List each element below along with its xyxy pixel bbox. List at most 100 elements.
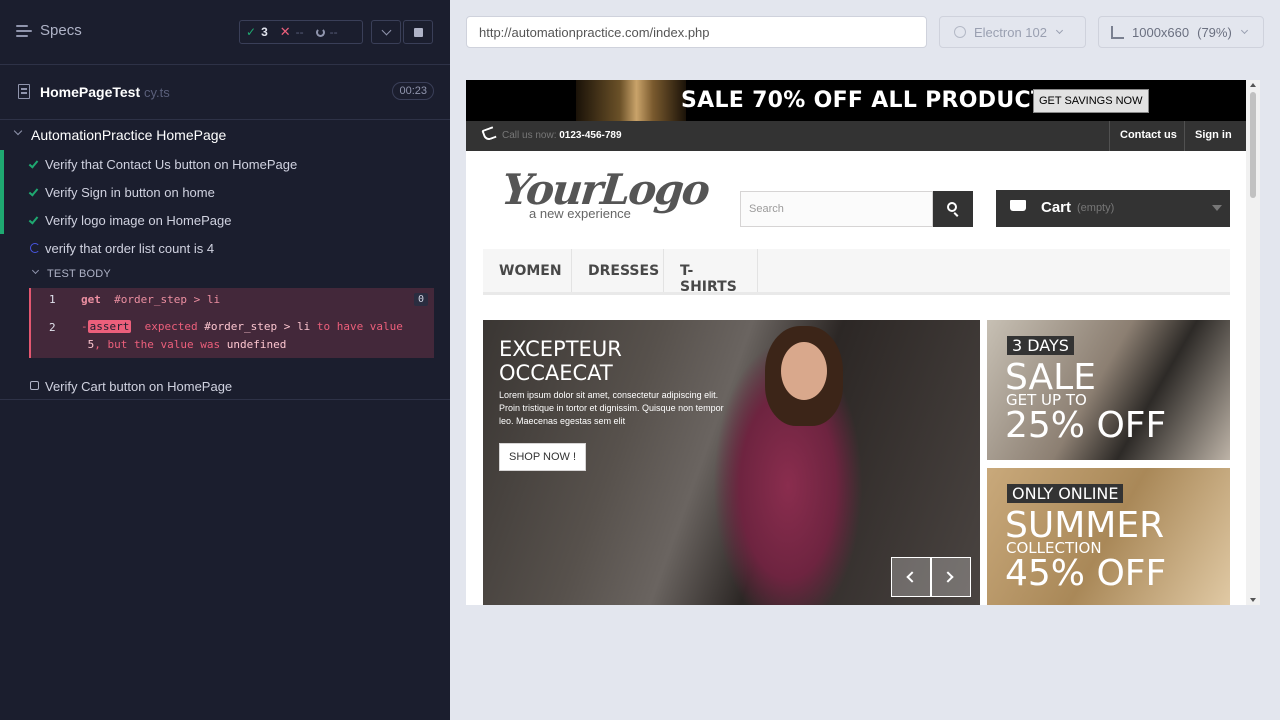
promo-banner[interactable]: SALE 70% OFF ALL PRODUCTS GET SAVINGS NO… (466, 80, 1246, 121)
passed-stat: ✓ 3 (240, 25, 274, 39)
expand-collapse-button[interactable] (371, 20, 401, 44)
app-under-test-frame: SALE 70% OFF ALL PRODUCTS GET SAVINGS NO… (466, 80, 1260, 605)
pending-stat: -- (310, 25, 344, 39)
passed-bar (0, 150, 4, 178)
logo-text: YourLogo (499, 165, 711, 214)
pending-square-icon (30, 381, 39, 390)
sign-in-link[interactable]: Sign in (1184, 121, 1246, 151)
pending-count: -- (329, 25, 338, 39)
failed-stat: ✕ -- (274, 24, 310, 40)
command-number: 2 (49, 321, 56, 334)
passed-check-icon: ✓ (246, 25, 257, 39)
suite-title[interactable]: AutomationPractice HomePage (31, 127, 226, 143)
test-title: Verify Cart button on HomePage (45, 379, 233, 394)
specs-label: Specs (40, 22, 82, 39)
get-savings-button[interactable]: GET SAVINGS NOW (1033, 89, 1149, 113)
slide-text: Lorem ipsum dolor sit amet, consectetur … (499, 390, 724, 426)
passed-bar (0, 178, 4, 206)
homepage-slider[interactable]: EXCEPTEUR OCCAECAT Lorem ipsum dolor sit … (483, 320, 980, 605)
file-icon (18, 84, 30, 99)
spec-duration: 00:23 (392, 82, 434, 100)
viewport-zoom: (79%) (1197, 24, 1232, 40)
spec-file-row[interactable]: HomePageTest cy.ts 00:23 (0, 65, 450, 120)
banner-discount: 25% OFF (1005, 405, 1167, 446)
search-input[interactable]: Search (740, 191, 933, 227)
reporter-header: Specs ✓ 3 ✕ -- -- (0, 0, 450, 65)
viewport-info[interactable]: 1000x660 (79%) (1098, 16, 1264, 48)
banner-tag: ONLY ONLINE (1007, 484, 1124, 503)
specs-toggle[interactable]: Specs (16, 22, 82, 39)
browser-name: Electron 102 (974, 24, 1047, 40)
promo-banner-sale[interactable]: 3 DAYS SALE GET UP TO 25% OFF (987, 320, 1230, 460)
site-logo[interactable]: YourLogo a new experience (499, 165, 711, 221)
scroll-down-icon[interactable] (1250, 598, 1256, 602)
test-reporter: Specs ✓ 3 ✕ -- -- HomePageTest cy.ts 00: (0, 0, 450, 720)
banner-discount: 45% OFF (1005, 553, 1167, 594)
assert-text: to have value (316, 320, 403, 333)
divider (0, 399, 450, 400)
test-title: Verify Sign in button on home (45, 185, 215, 200)
electron-icon (954, 26, 966, 38)
chevron-down-icon (381, 25, 391, 35)
assert-text: , but the value was (94, 338, 221, 351)
chevron-down-icon (1240, 26, 1248, 35)
caret-down-icon (1212, 205, 1222, 211)
chevron-right-icon (942, 571, 954, 583)
slide-title: EXCEPTEUR OCCAECAT (499, 337, 622, 385)
check-icon (28, 186, 39, 197)
test-body-chevron-icon[interactable] (31, 266, 40, 275)
cart-icon (1010, 200, 1026, 211)
promo-model-image (576, 80, 686, 121)
test-stats: ✓ 3 ✕ -- -- (239, 20, 363, 44)
cart-button[interactable]: Cart (empty) (996, 190, 1230, 227)
search-icon (947, 202, 957, 212)
browser-selector[interactable]: Electron 102 (939, 16, 1086, 48)
command-name: get (81, 293, 101, 306)
test-row[interactable]: Verify that Contact Us button on HomePag… (0, 150, 450, 178)
search-button[interactable] (933, 191, 973, 227)
test-row-running[interactable]: verify that order list count is 4 (0, 234, 450, 262)
url-bar[interactable]: http://automationpractice.com/index.php (466, 16, 927, 48)
test-row[interactable]: Verify logo image on HomePage (0, 206, 450, 234)
failed-x-icon: ✕ (279, 24, 291, 39)
command-log: 1 get #order_step > li 0 2 - assert expec… (29, 288, 434, 358)
cart-status: (empty) (1077, 202, 1115, 214)
assert-actual: undefined (226, 338, 287, 351)
slider-next-button[interactable] (931, 557, 971, 597)
call-us: Call us now: 0123-456-789 (502, 130, 622, 141)
viewport-size: 1000x660 (1132, 24, 1190, 40)
test-row-pending[interactable]: Verify Cart button on HomePage (0, 372, 450, 400)
promo-banner-summer[interactable]: ONLY ONLINE SUMMER COLLECTION 45% OFF (987, 468, 1230, 605)
promo-text: SALE 70% OFF ALL PRODUCTS (681, 88, 1063, 113)
menu-item-tshirts[interactable]: T-SHIRTS (664, 249, 758, 295)
test-body-label[interactable]: TEST BODY (47, 268, 111, 280)
spec-file-name: HomePageTest cy.ts (40, 84, 170, 100)
failed-count: -- (295, 25, 304, 39)
frame-scrollbar[interactable] (1246, 80, 1260, 605)
slider-prev-button[interactable] (891, 557, 931, 597)
shop-now-button[interactable]: SHOP NOW ! (499, 443, 587, 471)
test-row[interactable]: Verify Sign in button on home (0, 178, 450, 206)
logo-tagline: a new experience (529, 206, 631, 221)
chevron-down-icon (1055, 26, 1064, 35)
suite-chevron-icon[interactable] (13, 126, 23, 136)
banner-tag: 3 DAYS (1007, 336, 1074, 355)
test-title: Verify that Contact Us button on HomePag… (45, 157, 298, 172)
stop-button[interactable] (403, 20, 433, 44)
main-menu: WOMEN DRESSES T-SHIRTS (483, 249, 1230, 295)
check-icon (28, 158, 39, 169)
test-title: verify that order list count is 4 (45, 241, 215, 256)
scroll-up-icon[interactable] (1250, 83, 1256, 87)
passed-bar (0, 206, 4, 234)
assert-text: expected (144, 320, 198, 333)
menu-item-women[interactable]: WOMEN (483, 249, 572, 292)
ruler-icon (1111, 25, 1124, 39)
contact-us-link[interactable]: Contact us (1109, 121, 1187, 151)
pending-circle-icon (315, 27, 325, 37)
specs-list-icon (16, 24, 32, 38)
assert-prefix: - (81, 320, 88, 333)
assert-pill: assert (87, 320, 132, 333)
menu-item-dresses[interactable]: DRESSES (572, 249, 664, 292)
scroll-thumb[interactable] (1250, 92, 1256, 198)
running-spinner-icon (30, 243, 40, 253)
